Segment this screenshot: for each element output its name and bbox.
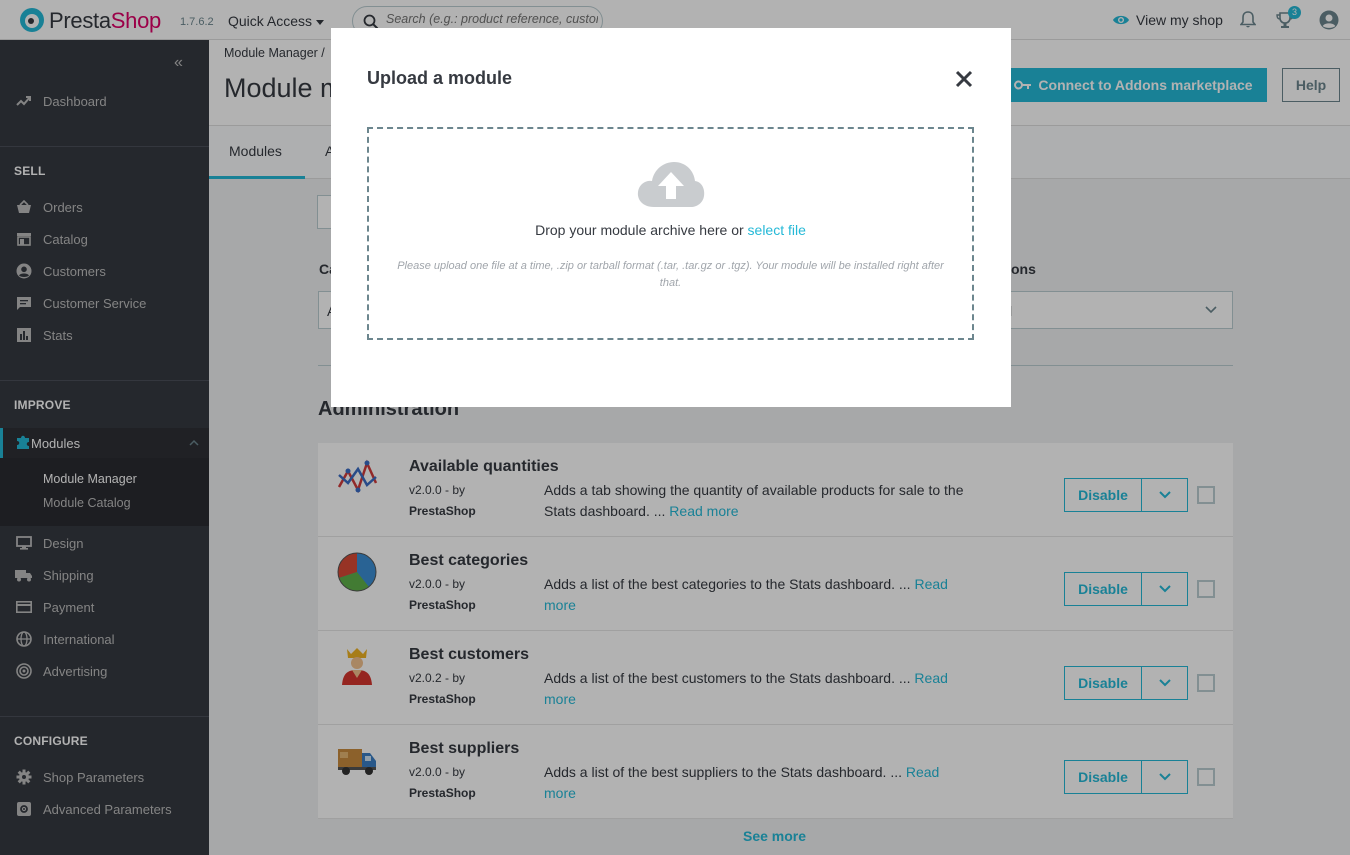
drop-instructions-text: Drop your module archive here or	[535, 222, 744, 238]
close-icon[interactable]	[953, 68, 975, 90]
drop-instructions: Drop your module archive here or select …	[369, 222, 972, 238]
modal-title: Upload a module	[367, 68, 513, 88]
cloud-upload-icon	[637, 162, 705, 207]
upload-hint: Please upload one file at a time, .zip o…	[397, 260, 944, 289]
module-dropzone[interactable]: Drop your module archive here or select …	[367, 127, 974, 340]
select-file-link[interactable]: select file	[748, 222, 806, 238]
upload-module-modal: Upload a module Drop your module archive…	[331, 28, 1011, 407]
